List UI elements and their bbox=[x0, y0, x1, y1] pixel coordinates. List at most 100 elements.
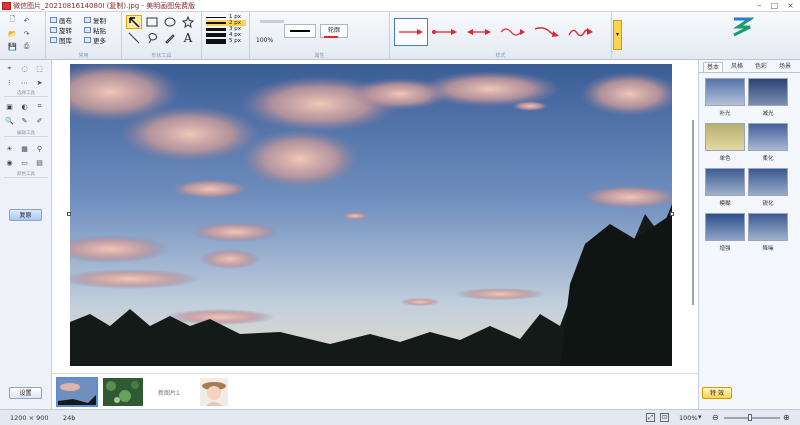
view-icon[interactable]: ◉ bbox=[5, 158, 14, 167]
tab-scene[interactable]: 场景 bbox=[775, 62, 795, 72]
color-depth: 24b bbox=[63, 414, 76, 422]
layers-icon[interactable]: ▤ bbox=[35, 158, 44, 167]
zoom-in-icon[interactable]: ⊕ bbox=[783, 413, 790, 422]
redo-icon[interactable]: ↷ bbox=[22, 29, 31, 38]
window-title: 微信图片_2021081614080I (复制).jpg - 美明画图免费版 bbox=[13, 2, 196, 10]
eraser-icon[interactable]: ▣ bbox=[5, 102, 14, 111]
line-style-select[interactable] bbox=[284, 24, 316, 38]
opacity-slider[interactable] bbox=[260, 20, 284, 23]
title-bar: 微信图片_2021081614080I (复制).jpg - 美明画图免费版 –… bbox=[0, 0, 800, 12]
smudge-icon[interactable]: ✐ bbox=[35, 116, 44, 125]
lasso-icon[interactable] bbox=[144, 31, 160, 45]
arrow-style-4[interactable] bbox=[496, 18, 530, 46]
rotate-icon bbox=[50, 27, 57, 33]
free-select-icon[interactable]: ⌖ bbox=[5, 64, 14, 73]
more-icon bbox=[84, 37, 91, 43]
thumbnail-plants[interactable] bbox=[103, 378, 143, 406]
rotate-button[interactable]: 旋转 bbox=[50, 25, 72, 35]
canvas-button[interactable]: 画布 bbox=[50, 15, 72, 25]
new-icon[interactable]: 🗋 bbox=[8, 15, 17, 25]
styles-more-dropdown[interactable]: ▾ bbox=[613, 20, 622, 50]
arrow-style-3[interactable] bbox=[462, 18, 496, 46]
color-tools-label: 颜色工具 bbox=[4, 171, 48, 178]
app-logo-icon bbox=[730, 15, 755, 37]
zoom-slider-thumb[interactable] bbox=[748, 414, 752, 421]
vertical-scrollbar[interactable] bbox=[692, 120, 694, 305]
save-icon[interactable]: 💾 bbox=[8, 42, 17, 51]
rect-select-icon[interactable]: ⬚ bbox=[35, 64, 44, 73]
actual-size-icon[interactable]: ⊡ bbox=[660, 413, 669, 422]
arrow-style-5[interactable] bbox=[530, 18, 564, 46]
copy-button[interactable]: 复制 bbox=[84, 15, 106, 25]
pencil-icon[interactable] bbox=[162, 31, 178, 45]
paste-icon bbox=[84, 27, 91, 33]
effect-blur[interactable]: 模糊 bbox=[705, 168, 745, 207]
magic-select-icon[interactable]: ⁝ bbox=[5, 78, 14, 87]
magnifier-icon[interactable]: 🔍 bbox=[5, 116, 14, 125]
common-group: 画布 旋转 图库 复制 粘贴 更多 常用 bbox=[46, 12, 122, 60]
line-icon[interactable] bbox=[126, 31, 142, 45]
text-tool-icon[interactable]: A bbox=[180, 31, 196, 45]
thumbnail-portrait[interactable] bbox=[200, 378, 228, 406]
effects-button[interactable]: 特 效 bbox=[702, 387, 732, 399]
tab-style[interactable]: 风格 bbox=[727, 62, 747, 72]
tab-basic[interactable]: 基本 bbox=[703, 62, 723, 72]
effect-denoise[interactable]: 降噪 bbox=[748, 213, 788, 252]
zoom-dropdown-icon[interactable]: ▾ bbox=[698, 413, 706, 422]
status-bar: 1200 × 900 24b ⤢ ⊡ 100% ▾ ⊖ ⊕ bbox=[0, 409, 800, 425]
fill-icon[interactable]: ◐ bbox=[20, 102, 29, 111]
arrow-style-1[interactable] bbox=[394, 18, 428, 46]
open-icon[interactable]: 📂 bbox=[8, 29, 17, 38]
arrow-shape-icon[interactable] bbox=[126, 15, 142, 29]
canvas-icon bbox=[50, 17, 57, 23]
resize-handle-right[interactable] bbox=[670, 212, 674, 216]
width-option-5[interactable]: 5 px bbox=[206, 38, 246, 44]
close-button[interactable]: × bbox=[784, 0, 797, 11]
effect-monochrome[interactable]: 单色 bbox=[705, 123, 745, 162]
effect-fill-light[interactable]: 补光 bbox=[705, 78, 745, 117]
maximize-button[interactable]: □ bbox=[768, 0, 781, 11]
effect-reduce-light[interactable]: 减光 bbox=[748, 78, 788, 117]
frame-icon[interactable]: ▭ bbox=[20, 158, 29, 167]
canvas-area[interactable] bbox=[52, 60, 698, 373]
pointer-icon[interactable]: ➤ bbox=[35, 78, 44, 87]
restore-button[interactable]: 复原 bbox=[9, 209, 42, 221]
quick-access-group: 🗋 ↶ 📂 ↷ 💾 ⎙ bbox=[0, 12, 46, 60]
effect-soften[interactable]: 柔化 bbox=[748, 123, 788, 162]
ribbon-toolbar: 🗋 ↶ 📂 ↷ 💾 ⎙ 画布 旋转 图库 复制 粘贴 更多 常用 A 形状工具 … bbox=[0, 12, 800, 60]
arrow-style-6[interactable] bbox=[564, 18, 598, 46]
color-picker-icon[interactable]: ☀ bbox=[5, 144, 14, 153]
crop-icon[interactable]: ⌗ bbox=[35, 102, 44, 111]
effect-sharpen[interactable]: 锐化 bbox=[748, 168, 788, 207]
palette-icon[interactable]: ▦ bbox=[20, 144, 29, 153]
arrow-style-2[interactable] bbox=[428, 18, 462, 46]
image-dimensions: 1200 × 900 bbox=[10, 414, 49, 422]
star-icon[interactable] bbox=[180, 15, 196, 29]
print-icon[interactable]: ⎙ bbox=[22, 42, 31, 51]
rectangle-icon[interactable] bbox=[144, 15, 160, 29]
zoom-slider[interactable] bbox=[724, 417, 780, 419]
edit-tools-label: 编辑工具 bbox=[4, 130, 48, 137]
resize-handle-left[interactable] bbox=[67, 212, 71, 216]
tab-color[interactable]: 色彩 bbox=[751, 62, 771, 72]
settings-button[interactable]: 设置 bbox=[9, 387, 42, 399]
effect-enhance[interactable]: 增强 bbox=[705, 213, 745, 252]
dotted-select-icon[interactable]: ⋯ bbox=[20, 78, 29, 87]
more-button[interactable]: 更多 bbox=[84, 35, 106, 45]
fit-window-icon[interactable]: ⤢ bbox=[646, 413, 655, 422]
undo-icon[interactable]: ↶ bbox=[22, 16, 31, 25]
dropper-icon[interactable]: ⚲ bbox=[35, 144, 44, 153]
zoom-out-icon[interactable]: ⊖ bbox=[712, 413, 719, 422]
sky-photo[interactable] bbox=[70, 64, 672, 366]
lasso-select-icon[interactable]: ◌ bbox=[20, 64, 29, 73]
new-image-label[interactable]: 新图片1 bbox=[158, 388, 180, 397]
paste-button[interactable]: 粘贴 bbox=[84, 25, 106, 35]
outline-color-swatch bbox=[324, 36, 338, 38]
ellipse-icon[interactable] bbox=[162, 15, 178, 29]
brush-icon[interactable]: ✎ bbox=[20, 116, 29, 125]
minimize-button[interactable]: – bbox=[753, 0, 766, 11]
shape-tools-group: A 形状工具 bbox=[122, 12, 202, 60]
properties-label: 属性 bbox=[314, 53, 325, 59]
gallery-button[interactable]: 图库 bbox=[50, 35, 72, 45]
thumbnail-sky[interactable] bbox=[56, 377, 98, 407]
